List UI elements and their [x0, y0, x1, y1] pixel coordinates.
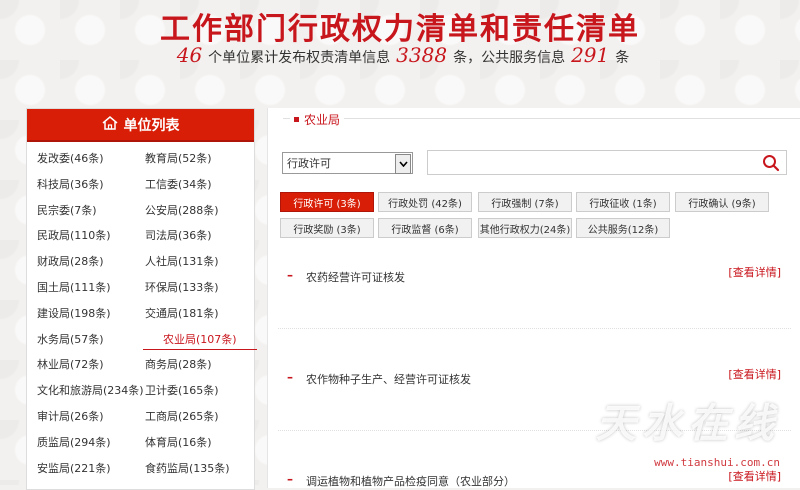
unit-link[interactable]: 人社局(131条) — [145, 253, 219, 269]
search-input[interactable] — [427, 150, 787, 175]
filter-chip[interactable]: 行政许可 (3条) — [280, 192, 374, 212]
unit-link[interactable]: 民政局(110条) — [37, 227, 111, 243]
unit-link[interactable]: 食药监局(135条) — [145, 460, 230, 476]
unit-link[interactable]: 科技局(36条) — [37, 176, 104, 192]
unit-count-text: 个单位累计发布权责清单信息 — [208, 50, 391, 66]
dept-name: 农业局 — [304, 113, 341, 127]
dash-bullet-icon: – — [287, 370, 293, 384]
home-icon — [102, 115, 118, 134]
square-bullet-icon — [294, 117, 299, 122]
dept-divider — [283, 118, 800, 119]
dash-bullet-icon: – — [287, 472, 293, 486]
unit-link[interactable]: 审计局(26条) — [37, 408, 104, 424]
filter-chip[interactable]: 行政征收 (1条) — [576, 192, 670, 212]
unit-link[interactable]: 文化和旅游局(234条) — [37, 382, 144, 398]
filter-chip[interactable]: 行政强制 (7条) — [478, 192, 572, 212]
unit-link[interactable]: 建设局(198条) — [37, 305, 111, 321]
item-name[interactable]: 农药经营许可证核发 — [306, 269, 405, 285]
category-select-value: 行政许可 — [287, 157, 331, 170]
unit-link[interactable]: 教育局(52条) — [145, 150, 212, 166]
unit-link[interactable]: 民宗委(7条) — [37, 202, 97, 218]
item-name[interactable]: 农作物种子生产、经营许可证核发 — [306, 371, 471, 387]
chevron-down-icon[interactable] — [395, 154, 411, 174]
item-divider — [278, 328, 791, 329]
dept-heading: 农业局 — [290, 111, 345, 128]
unit-link[interactable]: 林业局(72条) — [37, 356, 104, 372]
watermark-url: www.tianshui.com.cn — [654, 456, 780, 469]
unit-link[interactable]: 工商局(265条) — [145, 408, 219, 424]
service-count-text: 条 — [615, 50, 630, 66]
view-detail-link[interactable]: [查看详情] — [728, 264, 781, 280]
unit-count: 46 — [176, 43, 203, 67]
page-subtitle: 46 个单位累计发布权责清单信息 3388 条，公共服务信息 291 条 — [0, 43, 800, 67]
unit-link[interactable]: 卫计委(165条) — [145, 382, 219, 398]
category-select[interactable]: 行政许可 — [282, 152, 413, 174]
item-name[interactable]: 调运植物和植物产品检疫同意（农业部分） — [306, 473, 515, 489]
unit-link[interactable]: 工信委(34条) — [145, 176, 212, 192]
unit-grid: 发改委(46条) 教育局(52条) 科技局(36条) 工信委(34条) 民宗委(7条) 公… — [27, 140, 257, 475]
unit-link[interactable]: 质监局(294条) — [37, 434, 111, 450]
filter-chip[interactable]: 行政奖励 (3条) — [280, 218, 374, 238]
filter-chip[interactable]: 行政监督 (6条) — [378, 218, 472, 238]
watermark-logo: 天水在线 — [596, 400, 780, 447]
search-icon[interactable] — [762, 154, 780, 172]
view-detail-link[interactable]: [查看详情] — [728, 468, 781, 484]
filter-chip[interactable]: 行政处罚 (42条) — [378, 192, 472, 212]
unit-list-panel: 单位列表 发改委(46条) 教育局(52条) 科技局(36条) 工信委(34条) 民宗委… — [26, 108, 257, 490]
view-detail-link[interactable]: [查看详情] — [728, 366, 781, 382]
filter-chip[interactable]: 公共服务(12条) — [576, 218, 670, 238]
filter-chip[interactable]: 行政确认 (9条) — [675, 192, 769, 212]
unit-link[interactable]: 发改委(46条) — [37, 150, 104, 166]
page-title: 工作部门行政权力清单和责任清单 — [160, 12, 640, 47]
filter-chip[interactable]: 其他行政权力(24条) — [478, 218, 572, 238]
unit-link[interactable]: 环保局(133条) — [145, 279, 219, 295]
info-count-text: 条，公共服务信息 — [453, 50, 566, 66]
unit-list-header: 单位列表 — [27, 109, 254, 140]
unit-link[interactable]: 财政局(28条) — [37, 253, 104, 269]
unit-link[interactable]: 商务局(28条) — [145, 356, 212, 372]
unit-link[interactable]: 交通局(181条) — [145, 305, 219, 321]
unit-link[interactable]: 体育局(16条) — [145, 434, 212, 450]
unit-link[interactable]: 司法局(36条) — [145, 227, 212, 243]
unit-link[interactable]: 农业局(107条) — [143, 331, 257, 350]
unit-link[interactable]: 水务局(57条) — [37, 331, 104, 347]
unit-link[interactable]: 安监局(221条) — [37, 460, 111, 476]
unit-link[interactable]: 公安局(288条) — [145, 202, 219, 218]
info-count: 3388 — [396, 43, 448, 67]
dash-bullet-icon: – — [287, 268, 293, 282]
service-count: 291 — [571, 43, 610, 67]
unit-link[interactable]: 国土局(111条) — [37, 279, 111, 295]
unit-list-title: 单位列表 — [123, 117, 180, 134]
